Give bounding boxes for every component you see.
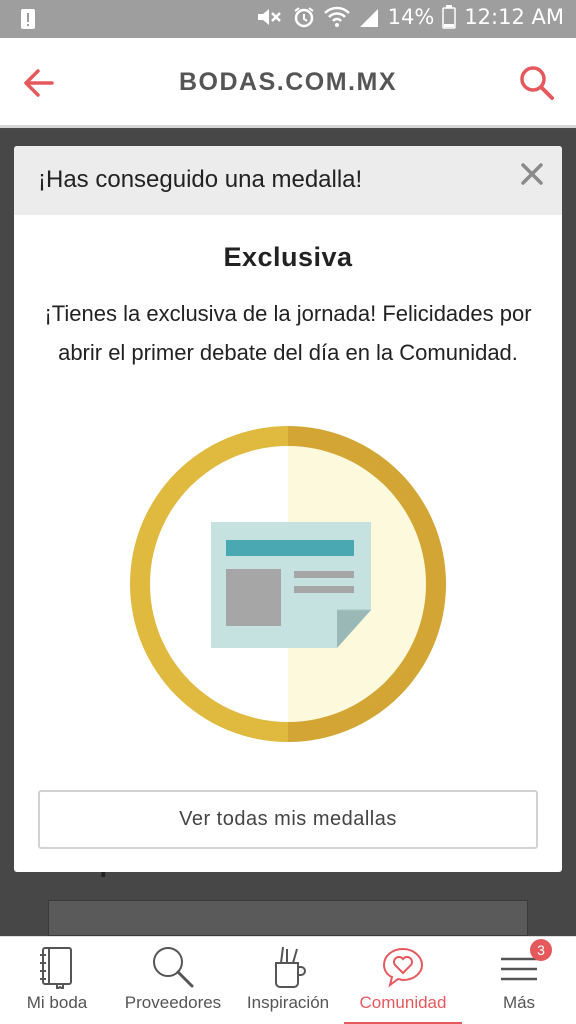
- nav-inspiracion[interactable]: Inspiración: [232, 937, 344, 1024]
- nav-mas[interactable]: 3 Más: [462, 937, 576, 1024]
- nav-label: Más: [502, 993, 536, 1012]
- nav-comunidad[interactable]: Comunidad: [344, 937, 462, 1024]
- nav-proveedores[interactable]: Proveedores: [114, 937, 232, 1024]
- heart-chat-icon: [344, 945, 462, 989]
- nav-label: Inspiración: [246, 993, 330, 1012]
- newspaper-icon: [211, 522, 371, 648]
- search-icon: [114, 945, 232, 989]
- notification-icon: [20, 7, 36, 35]
- site-title: BODAS.COM.MX: [179, 68, 397, 96]
- wifi-icon: [323, 5, 350, 29]
- signal-icon: [358, 5, 380, 29]
- nav-label: Mi boda: [26, 993, 88, 1012]
- dialog-header: ¡Has conseguido una medalla!: [14, 146, 562, 215]
- menu-icon: [462, 945, 576, 989]
- view-all-medals-button[interactable]: Ver todas mis medallas: [38, 790, 538, 849]
- dialog-title: ¡Has conseguido una medalla!: [38, 166, 363, 193]
- medal-description: ¡Tienes la exclusiva de la jornada! Feli…: [44, 301, 532, 365]
- nav-mi-boda[interactable]: Mi boda: [0, 937, 114, 1024]
- search-icon[interactable]: [518, 64, 556, 107]
- medal-name: Exclusiva: [223, 242, 353, 272]
- clock: 12:12 AM: [464, 5, 564, 29]
- medal-dialog: ¡Has conseguido una medalla! Exclusiva ¡…: [14, 146, 562, 872]
- notification-badge: 3: [530, 939, 552, 961]
- battery-icon: [442, 5, 457, 29]
- status-bar: 14% 12:12 AM: [0, 0, 576, 38]
- notebook-icon: [0, 945, 114, 989]
- nav-label: Comunidad: [359, 993, 447, 1012]
- alarm-icon: [292, 5, 316, 29]
- bottom-nav: Mi boda Proveedores Inspiración Comunida…: [0, 936, 576, 1024]
- battery-level: 14%: [387, 5, 435, 29]
- nav-label: Proveedores: [124, 993, 222, 1012]
- close-icon[interactable]: [520, 162, 544, 186]
- app-bar: BODAS.COM.MX: [0, 38, 576, 128]
- mute-icon: [256, 5, 284, 29]
- pencil-cup-icon: [232, 945, 344, 989]
- medal-badge-image: [128, 424, 448, 749]
- reply-toolbar: [48, 900, 528, 936]
